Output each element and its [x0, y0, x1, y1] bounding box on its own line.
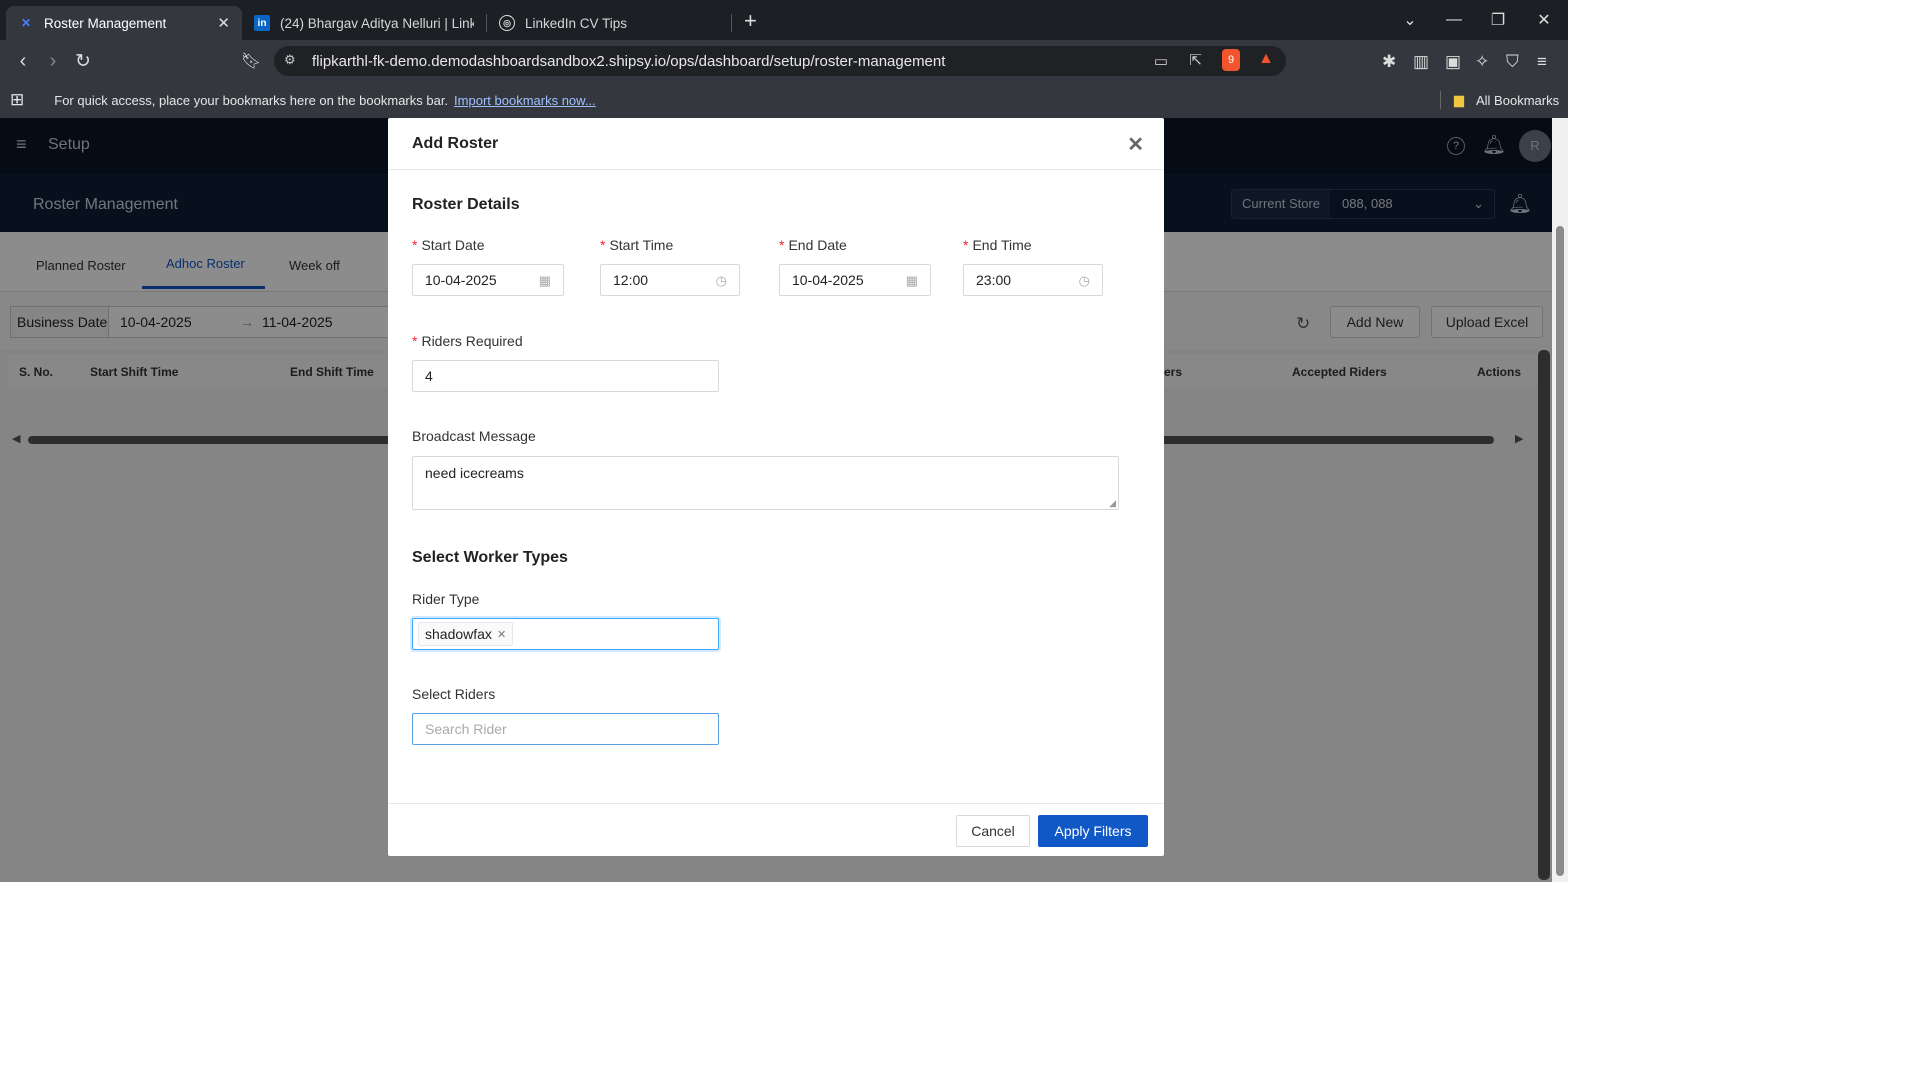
- page-scrollbar[interactable]: [1552, 118, 1568, 882]
- tab-title: LinkedIn CV Tips: [525, 15, 628, 31]
- site-settings-icon[interactable]: ⚙: [284, 52, 296, 68]
- riders-required-label-text: Riders Required: [421, 333, 523, 349]
- browser-tab-bar: ✕ Roster Management ✕ in (24) Bhargav Ad…: [0, 0, 1568, 40]
- select-riders-label: Select Riders: [412, 686, 496, 702]
- end-date-value: 10-04-2025: [792, 272, 864, 288]
- bookmark-icon[interactable]: 🔖︎: [236, 51, 266, 71]
- start-time-value: 12:00: [613, 272, 649, 288]
- divider: [1440, 91, 1441, 109]
- start-date-field[interactable]: 10-04-2025 ▦: [412, 264, 564, 296]
- end-time-label: * End Time: [963, 237, 1032, 253]
- menu-icon[interactable]: ≡: [1537, 52, 1547, 72]
- close-icon[interactable]: ✕: [1127, 132, 1144, 157]
- extensions-icon[interactable]: ✱: [1382, 52, 1396, 72]
- riders-required-input[interactable]: 4: [412, 360, 719, 392]
- url-text: flipkarthl-fk-demo.demodashboardsandbox2…: [312, 52, 946, 70]
- tab-title: Roster Management: [44, 15, 167, 31]
- share-icon[interactable]: ⇱: [1189, 51, 1202, 69]
- browser-tab-cv-tips[interactable]: ◎ LinkedIn CV Tips: [487, 6, 731, 40]
- brave-shield-icon[interactable]: 9: [1222, 49, 1240, 71]
- add-roster-modal: Add Roster ✕ Roster Details * Start Date …: [388, 118, 1164, 856]
- reload-icon[interactable]: ↻: [68, 50, 98, 73]
- close-tab-icon[interactable]: ✕: [217, 14, 230, 32]
- linkedin-icon: in: [254, 15, 270, 31]
- riders-required-label: * Riders Required: [412, 333, 523, 349]
- start-date-label: * Start Date: [412, 237, 485, 253]
- start-date-value: 10-04-2025: [425, 272, 497, 288]
- calendar-icon: ▦: [905, 273, 918, 288]
- import-bookmarks-link[interactable]: Import bookmarks now...: [454, 93, 596, 108]
- x-logo-icon: ✕: [20, 16, 32, 30]
- page-scroll-thumb[interactable]: [1556, 226, 1564, 876]
- calendar-icon: ▦: [538, 273, 551, 288]
- resize-handle-icon[interactable]: ◢: [1109, 498, 1116, 509]
- search-rider-placeholder: Search Rider: [425, 721, 507, 737]
- end-time-field[interactable]: 23:00 ◷: [963, 264, 1103, 296]
- clock-icon: ◷: [715, 273, 727, 288]
- brave-badge: 9: [1227, 54, 1235, 66]
- apply-filters-button[interactable]: Apply Filters: [1038, 815, 1148, 847]
- apps-grid-icon[interactable]: ⊞: [10, 90, 24, 110]
- rider-type-label: Rider Type: [412, 591, 480, 607]
- bookmarks-bar: ⊞ For quick access, place your bookmarks…: [0, 82, 1568, 118]
- brave-rewards-icon[interactable]: ▲: [1258, 50, 1274, 68]
- riders-required-value: 4: [425, 368, 433, 384]
- tab-title: (24) Bhargav Aditya Nelluri | LinkedIn: [280, 15, 474, 31]
- end-time-label-text: End Time: [972, 237, 1032, 253]
- modal-title: Add Roster: [412, 134, 499, 152]
- minimize-icon[interactable]: —: [1432, 0, 1476, 40]
- cancel-button[interactable]: Cancel: [956, 815, 1030, 847]
- tab-divider: [731, 14, 732, 32]
- rider-type-tag: shadowfax ✕: [418, 622, 514, 646]
- end-time-value: 23:00: [976, 272, 1012, 288]
- cast-icon[interactable]: ▭: [1154, 52, 1168, 70]
- bookmarks-prompt: For quick access, place your bookmarks h…: [54, 92, 449, 108]
- roster-details-heading: Roster Details: [412, 196, 520, 213]
- start-time-label-text: Start Time: [609, 237, 674, 253]
- new-tab-icon[interactable]: +: [744, 8, 757, 34]
- browser-tab-linkedin[interactable]: in (24) Bhargav Aditya Nelluri | LinkedI…: [242, 6, 486, 40]
- url-field[interactable]: ⚙ flipkarthl-fk-demo.demodashboardsandbo…: [274, 46, 1286, 76]
- broadcast-message-textarea[interactable]: need icecreams ◢: [412, 456, 1119, 510]
- end-date-label: * End Date: [779, 237, 847, 253]
- tab-list-chevron-icon[interactable]: ⌄: [1388, 0, 1432, 40]
- address-bar-row: ‹ › ↻ 🔖︎ ⚙ flipkarthl-fk-demo.demodashbo…: [0, 40, 1568, 82]
- remove-tag-icon[interactable]: ✕: [497, 628, 506, 641]
- openai-icon: ◎: [499, 15, 515, 31]
- broadcast-message-label: Broadcast Message: [412, 428, 536, 444]
- worker-types-heading: Select Worker Types: [412, 549, 568, 566]
- modal-header: Add Roster ✕: [388, 118, 1164, 170]
- start-time-label: * Start Time: [600, 237, 674, 253]
- close-window-icon[interactable]: ✕: [1522, 0, 1566, 40]
- leo-ai-icon[interactable]: ✧: [1475, 52, 1489, 72]
- browser-tab-roster[interactable]: ✕ Roster Management ✕: [6, 6, 242, 40]
- start-time-field[interactable]: 12:00 ◷: [600, 264, 740, 296]
- forward-icon[interactable]: ›: [38, 50, 68, 73]
- restore-icon[interactable]: ❐: [1476, 0, 1520, 40]
- wallet-icon[interactable]: ▣: [1445, 52, 1461, 72]
- vpn-icon[interactable]: ⛉: [1506, 52, 1519, 72]
- start-date-label-text: Start Date: [421, 237, 485, 253]
- all-bookmarks-button[interactable]: All Bookmarks: [1476, 93, 1559, 108]
- search-rider-input[interactable]: Search Rider: [412, 713, 719, 745]
- folder-icon: ▆: [1454, 92, 1464, 107]
- rider-type-tag-text: shadowfax: [425, 626, 492, 642]
- back-icon[interactable]: ‹: [8, 50, 38, 73]
- end-date-field[interactable]: 10-04-2025 ▦: [779, 264, 931, 296]
- clock-icon: ◷: [1078, 273, 1090, 288]
- broadcast-message-value: need icecreams: [425, 465, 524, 481]
- sidebar-icon[interactable]: ▥: [1413, 52, 1429, 72]
- rider-type-select[interactable]: shadowfax ✕: [412, 618, 719, 650]
- modal-footer: Cancel Apply Filters: [388, 803, 1164, 856]
- end-date-label-text: End Date: [788, 237, 847, 253]
